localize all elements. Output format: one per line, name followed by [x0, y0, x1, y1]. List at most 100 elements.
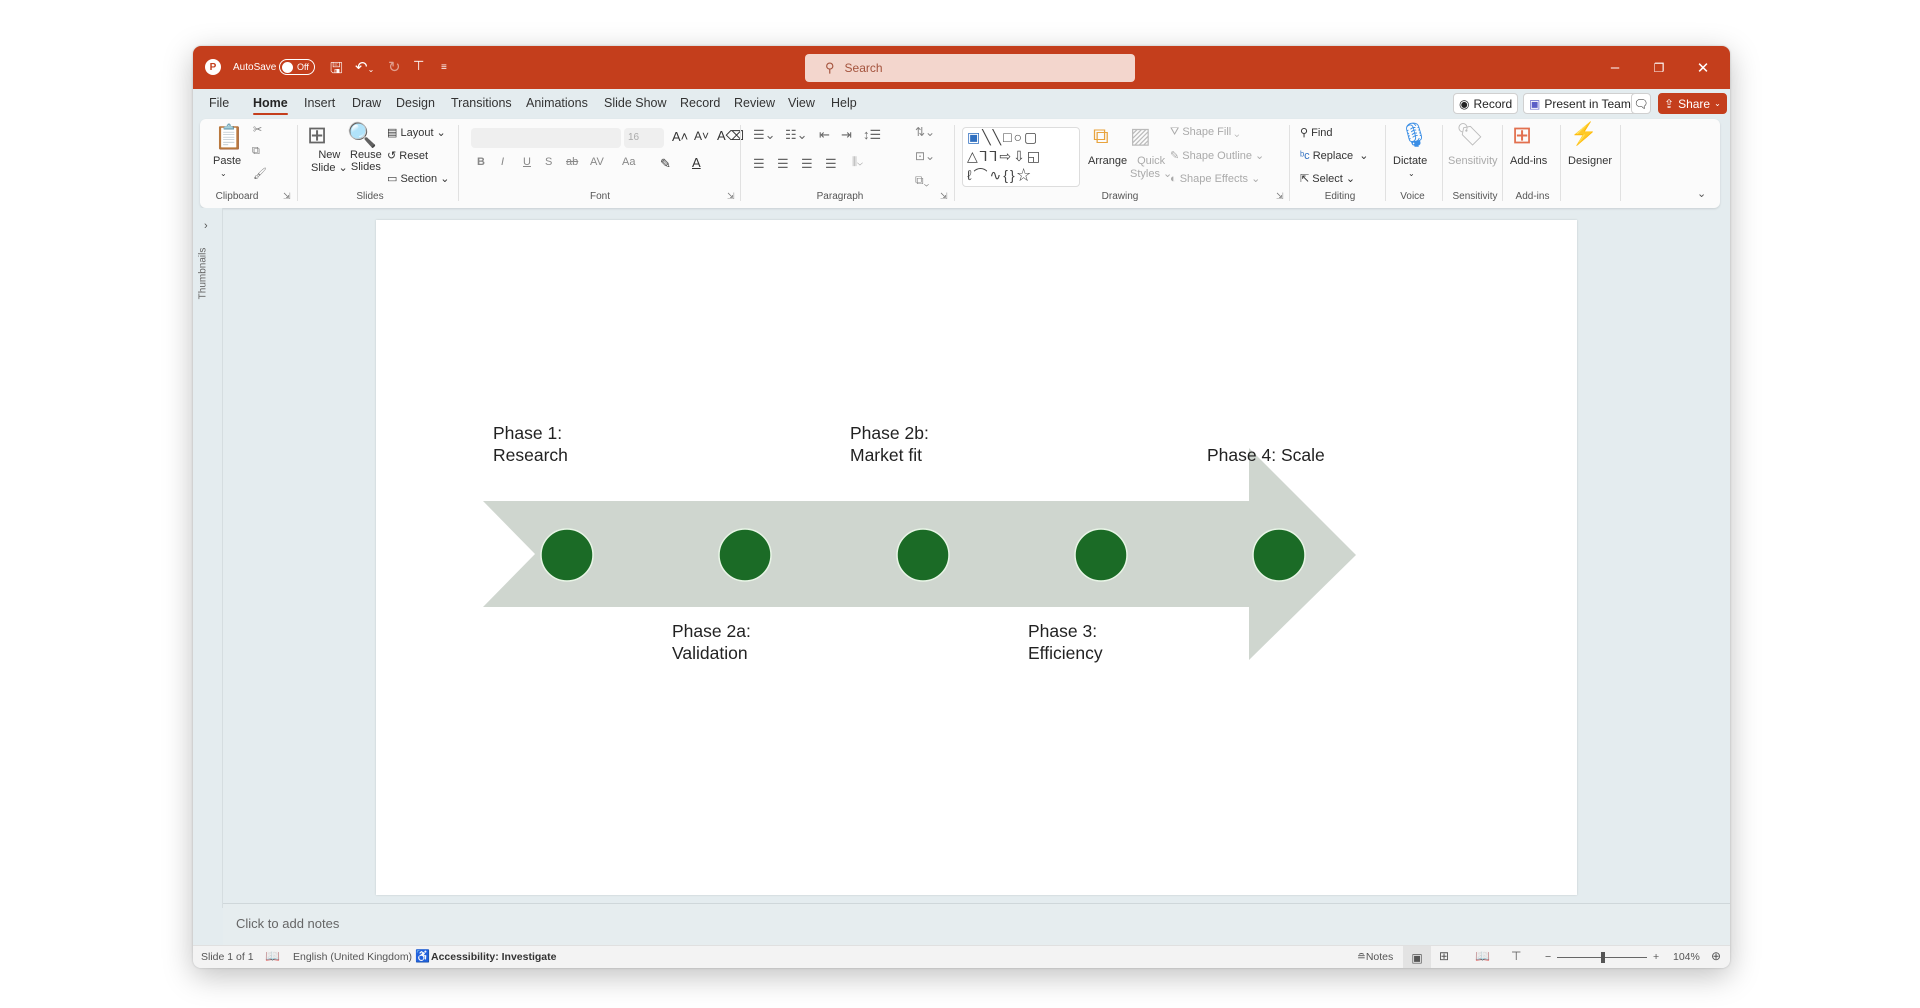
- phase-4-dot[interactable]: [1252, 528, 1306, 582]
- font-color-icon[interactable]: A: [692, 155, 701, 170]
- phase-3-dot[interactable]: [1074, 528, 1128, 582]
- zoom-out-button[interactable]: −: [1545, 951, 1551, 963]
- reading-view-icon[interactable]: 📖: [1475, 949, 1490, 963]
- change-case-button[interactable]: Aa: [622, 156, 635, 168]
- add-ins-button[interactable]: Add-ins: [1510, 155, 1547, 167]
- reset-button[interactable]: ↺ Reset: [387, 149, 428, 162]
- shape-fill-button[interactable]: ⛛ Shape Fill ⌄: [1170, 126, 1239, 139]
- section-button[interactable]: ▭ Section ⌄: [387, 172, 449, 185]
- share-button[interactable]: ⇪ Share ⌄: [1658, 93, 1727, 114]
- shape-snip-icon[interactable]: ◱: [1027, 148, 1042, 164]
- drawing-launcher-icon[interactable]: ⇲: [1276, 191, 1284, 202]
- select-button[interactable]: ⇱ Select ⌄: [1300, 172, 1355, 185]
- shape-textbox-icon[interactable]: ▣: [967, 129, 982, 145]
- customize-toolbar-icon[interactable]: ≡: [441, 62, 447, 73]
- arrange-icon[interactable]: ⧉: [1093, 123, 1109, 149]
- phase-2b-label[interactable]: Phase 2b: Market fit: [850, 422, 929, 466]
- phase-2b-dot[interactable]: [896, 528, 950, 582]
- notes-toggle[interactable]: ≘Notes: [1357, 951, 1393, 963]
- shape-rectangle-icon[interactable]: □: [1003, 129, 1013, 145]
- tab-record[interactable]: Record: [680, 96, 720, 110]
- text-direction-icon[interactable]: ⇅⌄: [915, 125, 935, 139]
- shape-down-arrow-icon[interactable]: ⇩: [1013, 148, 1027, 164]
- redo-icon[interactable]: ↻: [388, 58, 401, 76]
- tab-file[interactable]: File: [209, 96, 229, 110]
- tab-home[interactable]: Home: [253, 96, 288, 115]
- phase-2a-label[interactable]: Phase 2a: Validation: [672, 620, 751, 664]
- smartart-icon[interactable]: ⧉⌄: [915, 173, 929, 188]
- comments-button[interactable]: 🗨: [1631, 93, 1651, 114]
- line-spacing-icon[interactable]: ↕☰: [863, 127, 881, 143]
- shape-line-icon[interactable]: ╲: [982, 129, 992, 145]
- find-button[interactable]: ⚲ Find: [1300, 126, 1333, 139]
- copy-icon[interactable]: ⧉: [252, 145, 260, 158]
- tab-insert[interactable]: Insert: [304, 96, 335, 110]
- increase-indent-icon[interactable]: ⇥: [841, 127, 852, 143]
- tab-review[interactable]: Review: [734, 96, 775, 110]
- new-slide-icon[interactable]: ⊞: [307, 121, 327, 150]
- justify-icon[interactable]: ☰: [825, 156, 837, 172]
- cut-icon[interactable]: ✂: [253, 123, 262, 136]
- shape-triangle-icon[interactable]: △: [967, 148, 980, 164]
- shadow-button[interactable]: S: [545, 156, 552, 168]
- tab-slide-show[interactable]: Slide Show: [604, 96, 667, 110]
- spelling-check-icon[interactable]: 📖: [265, 949, 280, 963]
- slide-canvas[interactable]: Phase 1: Research Phase 2a: Validation P…: [376, 220, 1577, 895]
- font-size-input[interactable]: 16: [624, 128, 664, 148]
- phase-2a-dot[interactable]: [718, 528, 772, 582]
- slide-sorter-icon[interactable]: ⊞: [1439, 949, 1449, 963]
- replace-button[interactable]: ᵇc Replace ⌄: [1300, 149, 1368, 162]
- bullets-icon[interactable]: ☰⌄: [753, 127, 776, 143]
- shape-brace-right-icon[interactable]: }: [1010, 167, 1017, 183]
- dictate-button[interactable]: Dictate: [1393, 155, 1427, 167]
- shape-arrow-line-icon[interactable]: ╲: [993, 129, 1003, 145]
- collapse-ribbon-icon[interactable]: ⌄: [1697, 187, 1706, 200]
- new-slide-button[interactable]: New Slide ⌄: [311, 149, 348, 174]
- present-in-teams-button[interactable]: ▣ Present in Teams: [1523, 93, 1643, 114]
- clipboard-launcher-icon[interactable]: ⇲: [283, 191, 291, 202]
- designer-button[interactable]: Designer: [1568, 155, 1612, 167]
- accessibility-icon[interactable]: ♿: [415, 949, 430, 963]
- reuse-slides-button[interactable]: Reuse Slides: [350, 149, 382, 173]
- minimize-button[interactable]: –: [1593, 46, 1637, 89]
- increase-font-size-icon[interactable]: A˄: [672, 129, 688, 144]
- shape-oval-icon[interactable]: ○: [1014, 129, 1024, 145]
- arrange-button[interactable]: Arrange: [1088, 155, 1127, 167]
- dictate-dropdown-icon[interactable]: ⌄: [1408, 169, 1415, 178]
- shape-rounded-rect-icon[interactable]: ▢: [1024, 129, 1039, 145]
- autosave-toggle[interactable]: Off: [279, 59, 315, 75]
- shape-elbow-icon[interactable]: ⅂: [990, 148, 1000, 164]
- layout-button[interactable]: ▤ Layout ⌄: [387, 126, 446, 139]
- format-painter-icon[interactable]: 🖌: [253, 167, 267, 180]
- bold-button[interactable]: B: [477, 156, 485, 168]
- add-ins-icon[interactable]: ⊞: [1512, 121, 1532, 150]
- zoom-slider-thumb[interactable]: [1600, 952, 1605, 963]
- sensitivity-icon[interactable]: 🏷: [1456, 122, 1484, 148]
- underline-button[interactable]: U: [523, 156, 531, 168]
- quick-styles-icon[interactable]: ▨: [1130, 123, 1151, 149]
- fit-slide-icon[interactable]: ⊕: [1711, 949, 1721, 963]
- record-button[interactable]: ◉ Record: [1453, 93, 1519, 114]
- close-button[interactable]: ✕: [1681, 46, 1725, 89]
- microphone-icon[interactable]: 🎙: [1399, 121, 1429, 150]
- strikethrough-button[interactable]: ab: [566, 156, 578, 168]
- shape-curve-icon[interactable]: ∿: [990, 167, 1004, 183]
- slide-show-view-icon[interactable]: ⊤: [1511, 949, 1521, 963]
- designer-icon[interactable]: ⚡: [1570, 121, 1597, 147]
- undo-icon[interactable]: ↶⌄: [355, 58, 374, 76]
- normal-view-icon[interactable]: ▣: [1403, 946, 1431, 968]
- highlight-color-icon[interactable]: ✎: [660, 156, 671, 172]
- phase-3-label[interactable]: Phase 3: Efficiency: [1028, 620, 1103, 664]
- phase-1-dot[interactable]: [540, 528, 594, 582]
- font-name-input[interactable]: [471, 128, 621, 148]
- align-center-icon[interactable]: ☰: [777, 156, 789, 172]
- shape-connector-icon[interactable]: ⅂: [980, 148, 990, 164]
- shape-star-icon[interactable]: ☆: [1017, 167, 1033, 183]
- paste-icon[interactable]: 📋: [214, 123, 244, 152]
- reuse-slides-icon[interactable]: 🔍: [347, 121, 377, 150]
- tab-animations[interactable]: Animations: [526, 96, 588, 110]
- zoom-in-button[interactable]: +: [1653, 951, 1659, 963]
- accessibility-status[interactable]: Accessibility: Investigate: [431, 951, 556, 963]
- shapes-gallery[interactable]: ▣╲╲□○▢ △⅂⅂⇨⇩◱ ℓ⌒∿{}☆: [962, 127, 1080, 187]
- shape-brace-left-icon[interactable]: {: [1003, 167, 1010, 183]
